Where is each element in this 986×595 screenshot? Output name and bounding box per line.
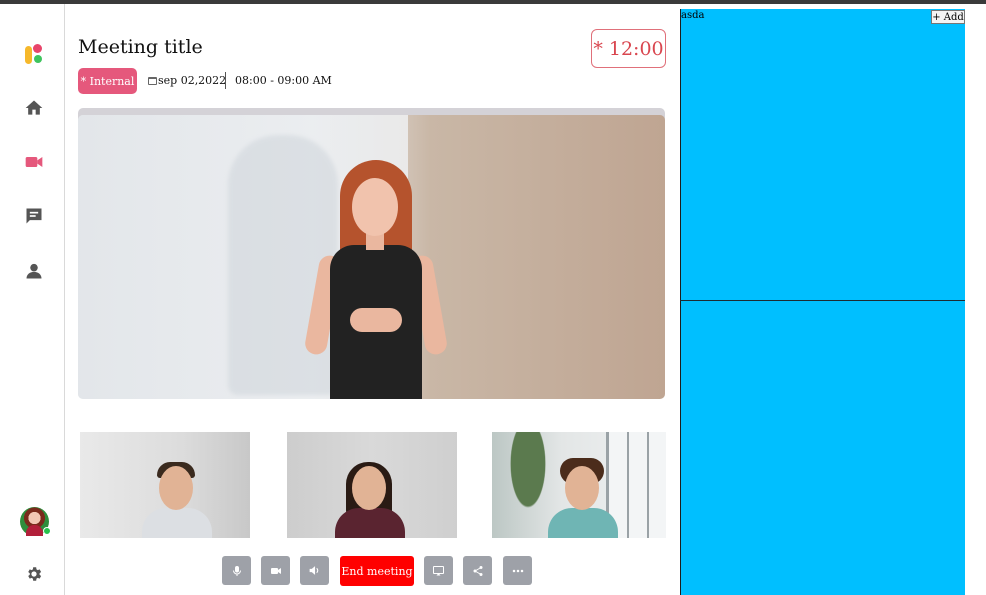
panel-label: asda xyxy=(681,10,705,21)
camera-button[interactable] xyxy=(261,556,290,585)
meeting-time: 08:00 - 09:00 AM xyxy=(235,74,332,87)
mic-button[interactable] xyxy=(222,556,251,585)
participant-video-1[interactable] xyxy=(80,432,250,538)
more-button[interactable] xyxy=(503,556,532,585)
mic-icon xyxy=(232,565,241,576)
screen-share-button[interactable] xyxy=(424,556,453,585)
main-video[interactable] xyxy=(78,115,665,399)
meeting-date-text: sep 02,2022 xyxy=(158,74,227,87)
share-icon xyxy=(473,565,482,576)
window-top-bar xyxy=(0,0,986,4)
participant-video-3[interactable] xyxy=(492,432,666,538)
date-time-divider xyxy=(225,72,226,89)
camera-icon xyxy=(270,567,281,574)
avatar[interactable] xyxy=(20,507,51,536)
speaker-figure xyxy=(288,160,463,399)
speaker-icon xyxy=(309,566,319,575)
video-icon xyxy=(25,157,43,167)
end-meeting-button[interactable]: End meeting xyxy=(340,556,414,586)
gear-icon xyxy=(28,567,42,581)
share-button[interactable] xyxy=(463,556,492,585)
page-title: Meeting title xyxy=(78,36,203,58)
participant-video-2[interactable] xyxy=(287,432,457,538)
calendar-icon xyxy=(148,76,157,85)
sidebar-item-profile[interactable] xyxy=(22,259,46,283)
meeting-date: sep 02,2022 xyxy=(148,74,226,87)
home-icon xyxy=(25,100,43,115)
sidebar xyxy=(0,4,65,595)
panel-divider xyxy=(680,300,965,301)
meeting-type-badge: * Internal xyxy=(78,68,137,94)
speaker-button[interactable] xyxy=(300,556,329,585)
meeting-timer: * 12:00 xyxy=(591,29,666,68)
sidebar-item-settings[interactable] xyxy=(22,562,46,586)
chat-icon xyxy=(26,208,42,224)
add-button[interactable]: + Add xyxy=(931,10,965,24)
screen-share-icon xyxy=(433,565,444,575)
sidebar-item-chat[interactable] xyxy=(22,204,46,228)
app-logo xyxy=(25,44,45,66)
sidebar-item-video[interactable] xyxy=(22,150,46,174)
online-status-dot xyxy=(43,527,51,535)
sidebar-item-home[interactable] xyxy=(22,96,46,120)
side-panel xyxy=(680,9,965,595)
user-icon xyxy=(26,263,42,279)
more-icon xyxy=(512,569,523,572)
